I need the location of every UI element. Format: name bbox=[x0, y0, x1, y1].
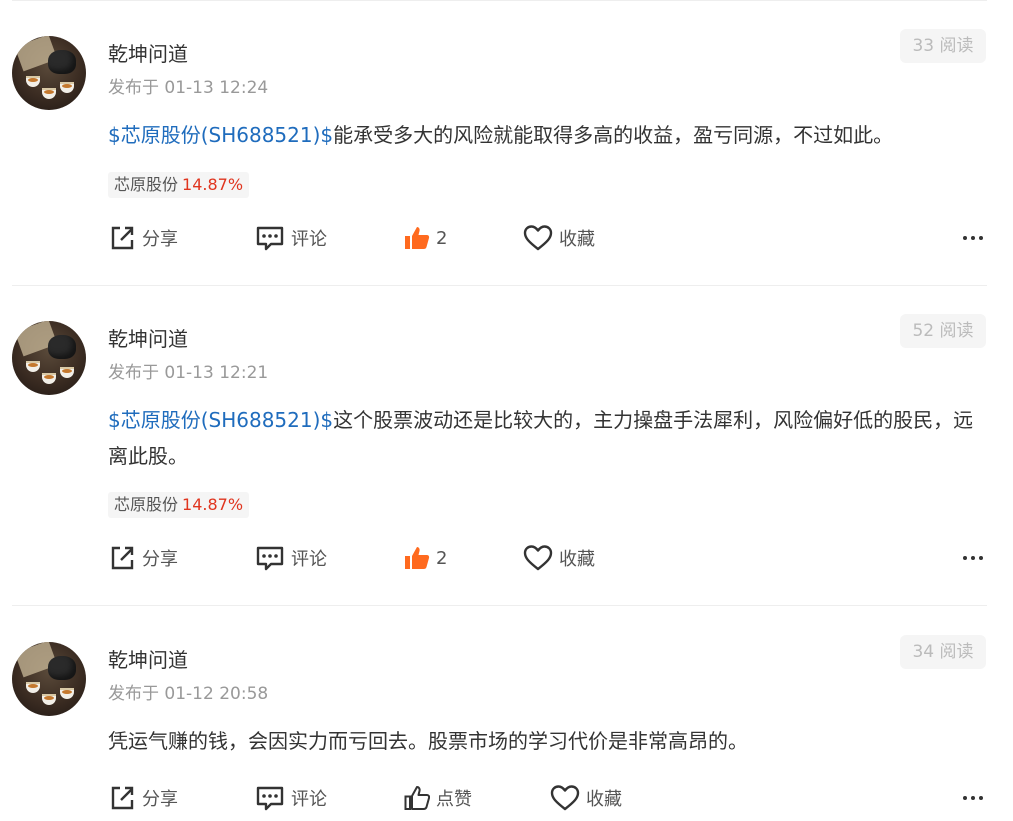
comment-label: 评论 bbox=[291, 229, 327, 250]
stock-tag[interactable]: 芯原股份 14.87% bbox=[108, 492, 250, 518]
comment-icon bbox=[256, 546, 284, 571]
like-count: 2 bbox=[436, 547, 448, 569]
favorite-button[interactable]: 收藏 bbox=[523, 543, 595, 573]
post-text: 能承受多大的风险就能取得多高的收益，盈亏同源，不过如此。 bbox=[333, 123, 894, 147]
favorite-button[interactable]: 收藏 bbox=[523, 223, 595, 253]
favorite-label: 收藏 bbox=[559, 549, 595, 570]
post-divider bbox=[12, 605, 987, 606]
comment-label: 评论 bbox=[291, 789, 327, 810]
stock-link[interactable]: $芯原股份(SH688521)$ bbox=[108, 123, 333, 147]
like-button[interactable]: 点赞 bbox=[404, 783, 472, 813]
share-icon bbox=[111, 546, 134, 570]
more-icon[interactable] bbox=[958, 223, 988, 253]
post-time: 发布于 01-13 12:24 bbox=[108, 78, 269, 98]
post-content: $芯原股份(SH688521)$能承受多大的风险就能取得多高的收益，盈亏同源，不… bbox=[108, 117, 988, 153]
read-count-badge: 33 阅读 bbox=[900, 29, 986, 63]
stock-tag-name: 芯原股份 bbox=[114, 495, 179, 514]
stock-tag-name: 芯原股份 bbox=[114, 175, 179, 194]
more-icon[interactable] bbox=[958, 783, 988, 813]
comment-button[interactable]: 评论 bbox=[255, 543, 327, 573]
username[interactable]: 乾坤问道 bbox=[108, 323, 188, 352]
like-button[interactable]: 2 bbox=[404, 223, 447, 253]
comment-label: 评论 bbox=[291, 549, 327, 570]
heart-icon bbox=[550, 785, 580, 811]
avatar[interactable] bbox=[12, 36, 86, 110]
thumbs-up-icon bbox=[405, 547, 430, 569]
thumbs-up-icon bbox=[405, 227, 430, 249]
like-label: 点赞 bbox=[436, 789, 472, 810]
share-icon bbox=[111, 786, 134, 810]
post-text: 凭运气赚的钱，会因实力而亏回去。股票市场的学习代价是非常高昂的。 bbox=[108, 729, 748, 753]
favorite-label: 收藏 bbox=[559, 229, 595, 250]
share-label: 分享 bbox=[142, 229, 178, 250]
read-count-badge: 34 阅读 bbox=[900, 635, 986, 669]
share-button[interactable]: 分享 bbox=[108, 783, 178, 813]
share-label: 分享 bbox=[142, 549, 178, 570]
top-divider bbox=[12, 0, 987, 1]
share-icon bbox=[111, 226, 134, 250]
read-count-badge: 52 阅读 bbox=[900, 314, 986, 348]
like-button[interactable]: 2 bbox=[404, 543, 447, 573]
stock-tag-change: 14.87% bbox=[182, 495, 244, 514]
favorite-label: 收藏 bbox=[586, 789, 622, 810]
stock-tag-change: 14.87% bbox=[182, 175, 244, 194]
username[interactable]: 乾坤问道 bbox=[108, 644, 188, 673]
comment-icon bbox=[256, 786, 284, 811]
username[interactable]: 乾坤问道 bbox=[108, 38, 188, 67]
stock-tag[interactable]: 芯原股份 14.87% bbox=[108, 172, 250, 198]
heart-icon bbox=[523, 545, 553, 571]
share-button[interactable]: 分享 bbox=[108, 223, 178, 253]
like-count: 2 bbox=[436, 227, 448, 249]
avatar[interactable] bbox=[12, 642, 86, 716]
favorite-button[interactable]: 收藏 bbox=[550, 783, 622, 813]
post-content: 凭运气赚的钱，会因实力而亏回去。股票市场的学习代价是非常高昂的。 bbox=[108, 723, 988, 759]
stock-link[interactable]: $芯原股份(SH688521)$ bbox=[108, 408, 333, 432]
avatar[interactable] bbox=[12, 321, 86, 395]
post-divider bbox=[12, 285, 987, 286]
comment-button[interactable]: 评论 bbox=[255, 783, 327, 813]
comment-button[interactable]: 评论 bbox=[255, 223, 327, 253]
share-label: 分享 bbox=[142, 789, 178, 810]
heart-icon bbox=[523, 225, 553, 251]
comment-icon bbox=[256, 226, 284, 251]
more-icon[interactable] bbox=[958, 543, 988, 573]
post-time: 发布于 01-12 20:58 bbox=[108, 684, 269, 704]
post-time: 发布于 01-13 12:21 bbox=[108, 363, 269, 383]
thumbs-up-icon bbox=[404, 786, 430, 810]
post-content: $芯原股份(SH688521)$这个股票波动还是比较大的，主力操盘手法犀利，风险… bbox=[108, 402, 988, 474]
share-button[interactable]: 分享 bbox=[108, 543, 178, 573]
